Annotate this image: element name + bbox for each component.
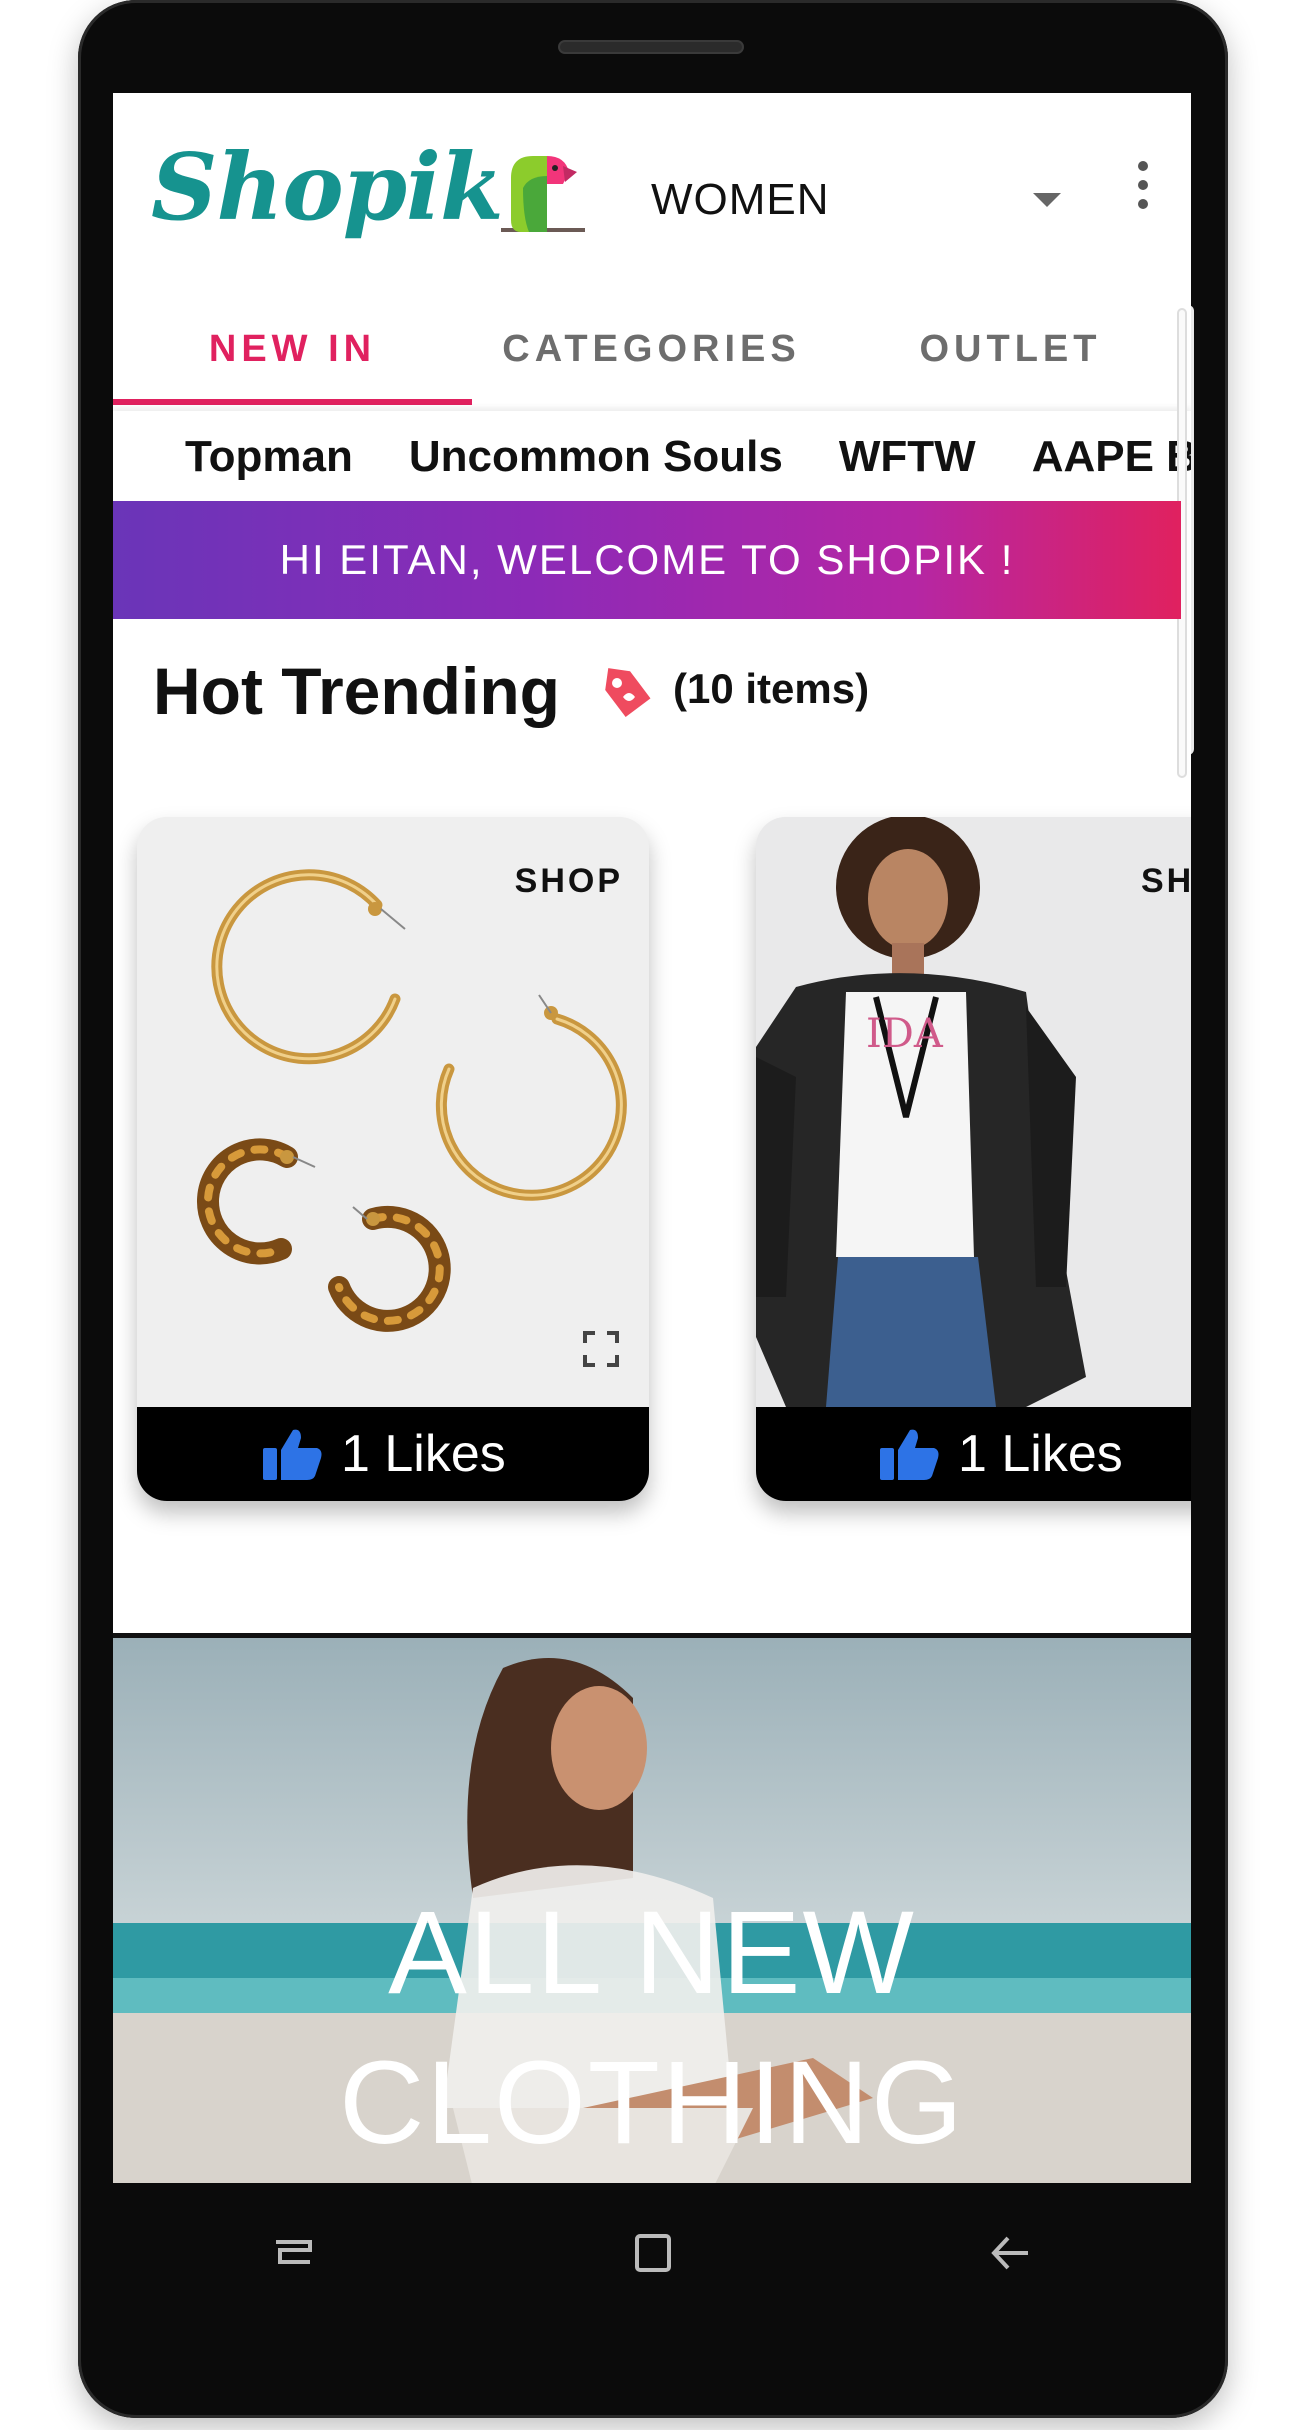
likes-count: 1 Likes xyxy=(341,1425,506,1483)
app-logo: Shopik xyxy=(151,133,504,241)
dot-icon xyxy=(1138,180,1148,190)
promo-line-2: CLOTHING xyxy=(339,2037,965,2169)
product-card[interactable]: SHOP 1 Likes xyxy=(137,817,649,1501)
category-dropdown[interactable]: WOMEN xyxy=(651,165,1071,235)
brand-item-uncommon-souls[interactable]: Uncommon Souls xyxy=(409,432,783,482)
welcome-banner: HI EITAN, WELCOME TO SHOPIK ! xyxy=(113,501,1181,619)
section-title: Hot Trending xyxy=(153,654,560,728)
thumbs-up-icon xyxy=(263,1429,322,1480)
tab-categories[interactable]: CATEGORIES xyxy=(472,293,831,405)
main-tabs: NEW IN CATEGORIES OUTLET xyxy=(113,293,1191,405)
home-icon[interactable] xyxy=(617,2218,687,2288)
thumbs-up-icon xyxy=(880,1429,939,1480)
tab-new-in[interactable]: NEW IN xyxy=(113,293,472,405)
brand-strip[interactable]: Topman Uncommon Souls WFTW AAPE B xyxy=(113,411,1191,503)
chevron-down-icon xyxy=(1033,193,1061,207)
product-image-leather-jacket: IDA xyxy=(756,817,1191,1407)
likes-count: 1 Likes xyxy=(958,1425,1123,1483)
price-tag-icon xyxy=(605,668,651,718)
promo-banner[interactable]: ALL NEW CLOTHING xyxy=(113,1633,1191,2183)
more-options-button[interactable] xyxy=(1123,155,1163,215)
svg-text:IDA: IDA xyxy=(866,1011,944,1057)
like-button[interactable]: 1 Likes xyxy=(137,1407,649,1501)
brand-item-topman[interactable]: Topman xyxy=(185,432,353,482)
phone-speaker xyxy=(558,40,744,54)
like-button[interactable]: 1 Likes xyxy=(756,1407,1191,1501)
brand-item-wftw[interactable]: WFTW xyxy=(839,432,976,482)
promo-headline: ALL NEW CLOTHING xyxy=(113,1878,1191,2178)
parrot-logo-icon xyxy=(501,156,585,232)
product-card[interactable]: IDA SHO 1 Likes xyxy=(756,817,1191,1501)
promo-line-1: ALL NEW xyxy=(388,1887,916,2019)
back-arrow-icon[interactable] xyxy=(976,2218,1046,2288)
item-count: (10 items) xyxy=(673,665,870,712)
tab-outlet[interactable]: OUTLET xyxy=(831,293,1190,405)
app-screen: Shopik WOMEN NEW IN CATEGORIES OUTLET To… xyxy=(113,93,1191,2183)
product-image-earrings xyxy=(137,817,649,1407)
recent-apps-icon[interactable] xyxy=(258,2218,328,2288)
dot-icon xyxy=(1138,161,1148,171)
system-nav-bar xyxy=(113,2183,1191,2323)
brand-item-aape[interactable]: AAPE B xyxy=(1032,432,1191,482)
dot-icon xyxy=(1138,199,1148,209)
category-selected-value: WOMEN xyxy=(651,175,830,224)
shop-label[interactable]: SHO xyxy=(1141,862,1191,901)
shop-label[interactable]: SHOP xyxy=(515,862,623,901)
expand-icon[interactable] xyxy=(581,1329,621,1369)
app-header: Shopik WOMEN xyxy=(113,93,1191,273)
